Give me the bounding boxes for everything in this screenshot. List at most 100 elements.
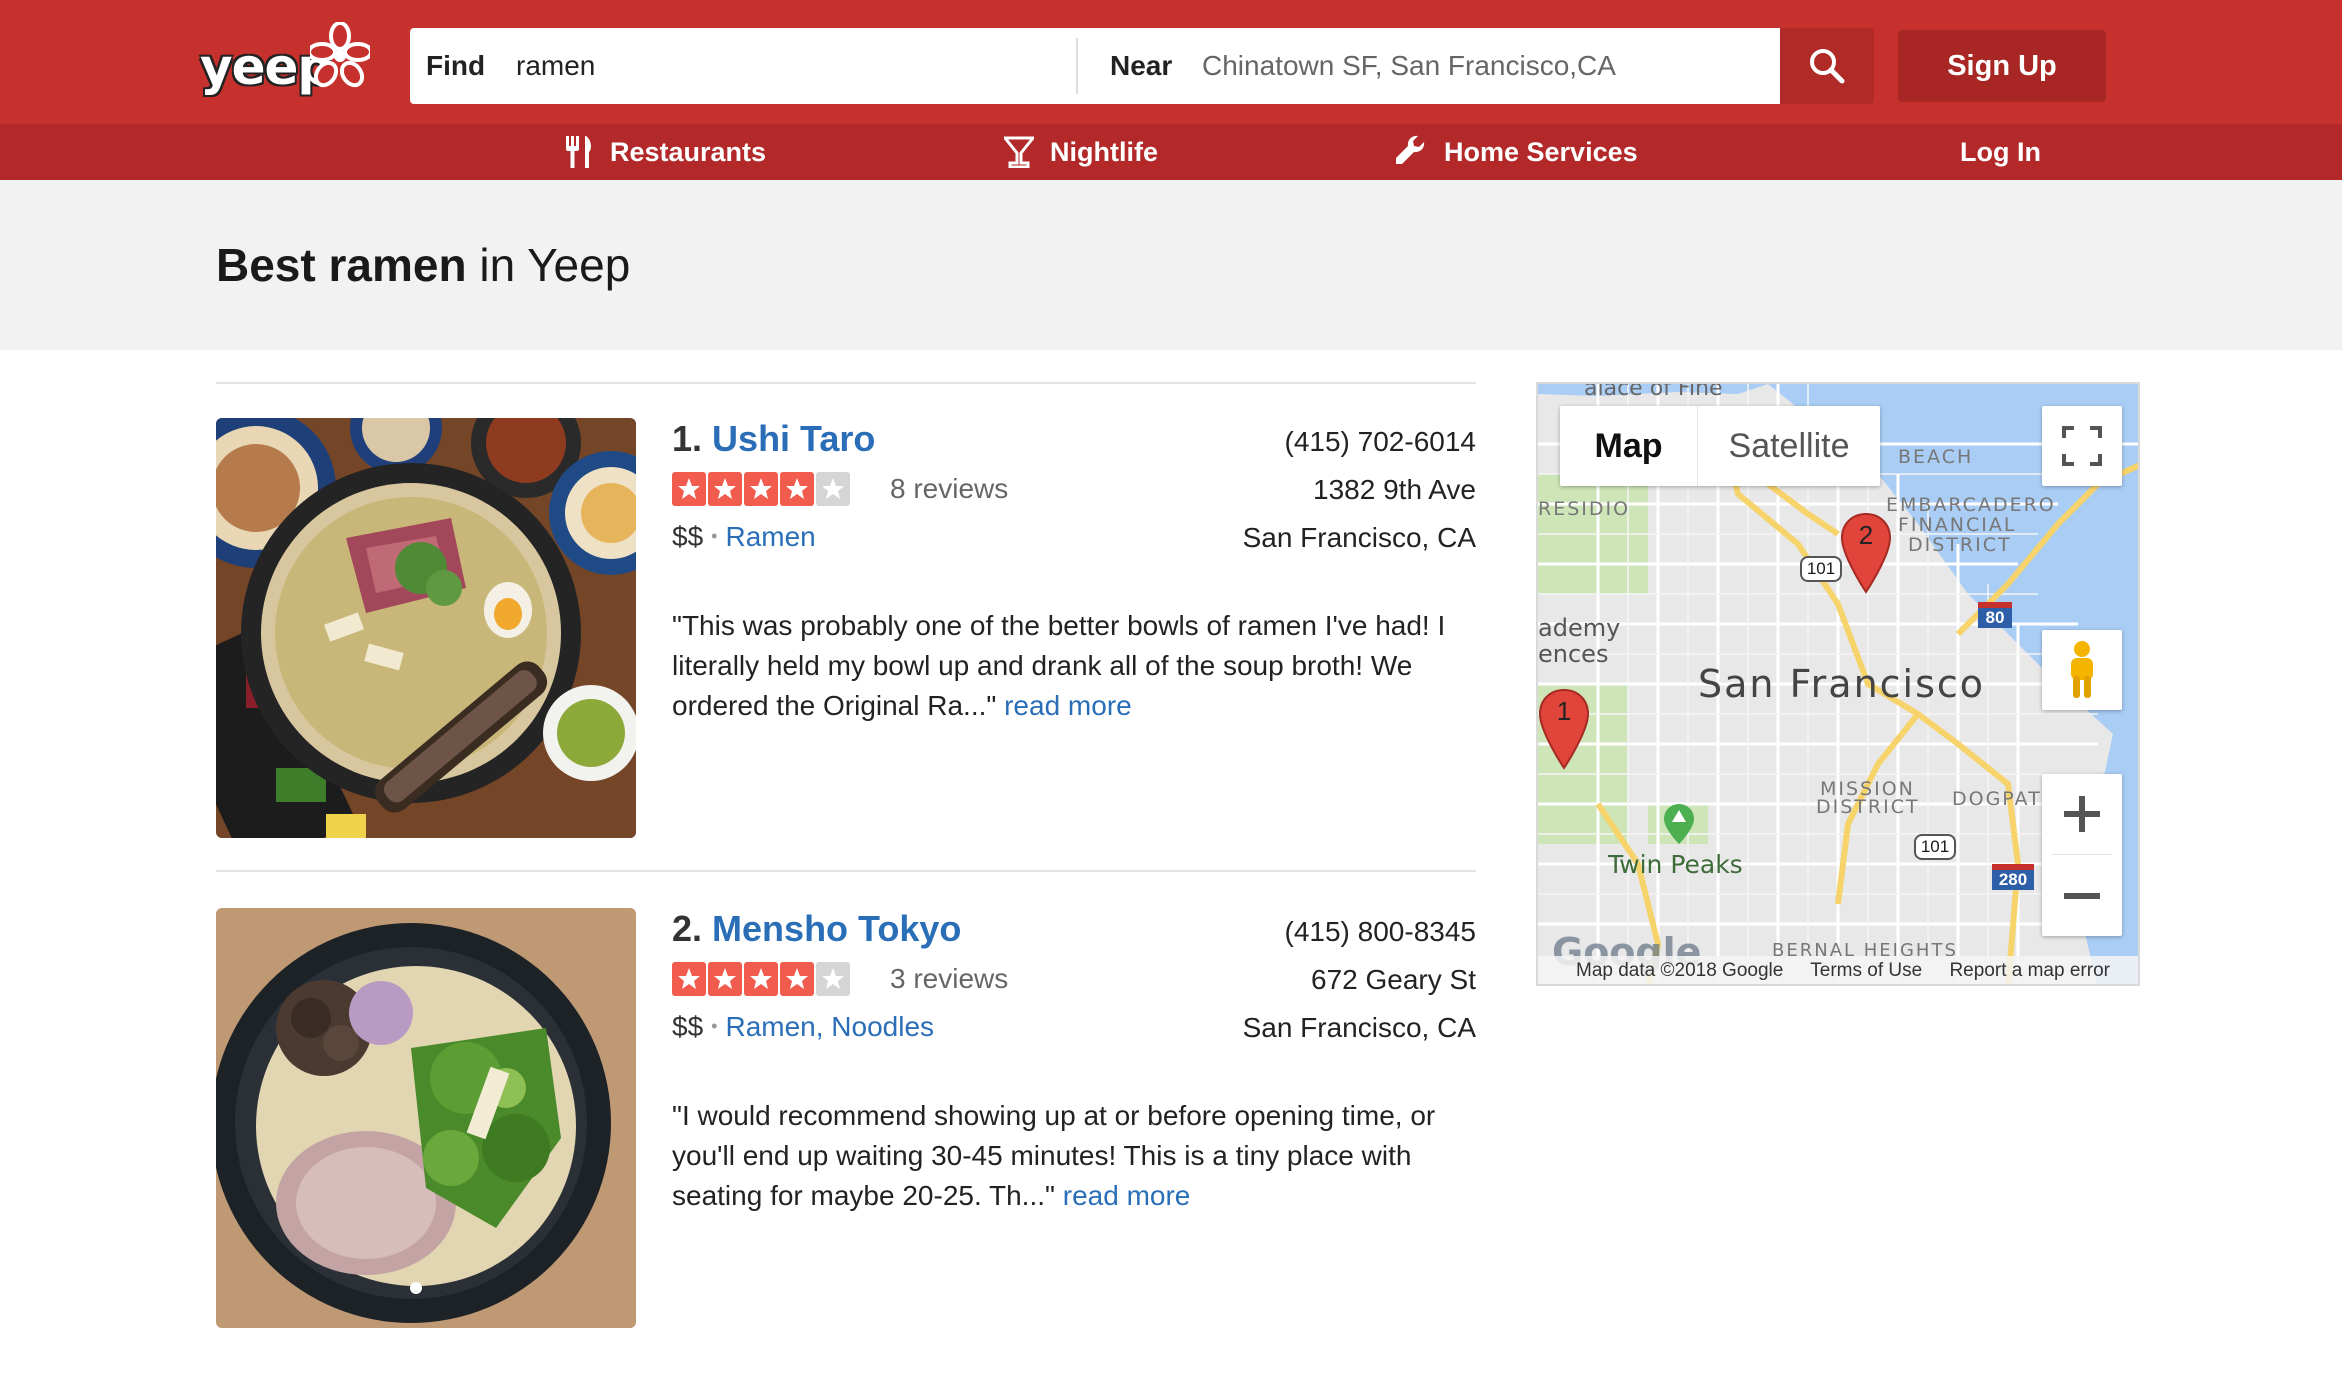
- ramen-photo-image: [216, 908, 636, 1328]
- city-state: San Francisco, CA: [1242, 1012, 1476, 1043]
- business-name-link[interactable]: Ushi Taro: [712, 418, 875, 459]
- park-marker-icon: [1664, 804, 1694, 844]
- satellite-tab[interactable]: Satellite: [1698, 406, 1880, 486]
- fullscreen-icon: [2062, 426, 2102, 466]
- result-card: 1. Ushi Taro 8 reviews $$ • Ramen (415) 70…: [216, 418, 1476, 838]
- login-link[interactable]: Log In: [1960, 124, 2060, 180]
- street-view-button[interactable]: [2042, 630, 2122, 710]
- map-place-label: DISTRICT: [1908, 534, 2012, 556]
- results-map[interactable]: alace of Fine BEACH EMBARCADERO FINANCIA…: [1536, 382, 2140, 986]
- read-more-link[interactable]: read more: [1004, 690, 1132, 721]
- highway-shield-icon: 101: [1914, 834, 1956, 860]
- star-empty-icon: [816, 962, 850, 996]
- search-icon: [1810, 49, 1845, 84]
- phone-number: (415) 800-8345: [1284, 916, 1476, 947]
- category-link[interactable]: Ramen: [725, 521, 815, 552]
- street-address: 672 Geary St: [1311, 964, 1476, 995]
- city-state: San Francisco, CA: [1242, 522, 1476, 553]
- result-rank: 1.: [672, 418, 703, 459]
- zoom-control: [2042, 774, 2122, 936]
- price-category-line: $$ • Ramen, Noodles: [672, 1010, 934, 1047]
- category-nav: Restaurants Nightlife Home Services Log …: [0, 124, 2342, 180]
- review-snippet: "This was probably one of the better bow…: [672, 606, 1462, 726]
- yeep-logo[interactable]: yeep: [200, 20, 370, 112]
- interstate-shield-icon: 80: [1978, 602, 2012, 628]
- minus-icon: [2064, 893, 2100, 899]
- result-title: 1. Ushi Taro: [672, 418, 875, 460]
- map-tab[interactable]: Map: [1560, 406, 1698, 486]
- street-address: 1382 9th Ave: [1313, 474, 1476, 505]
- phone-number: (415) 702-6014: [1284, 426, 1476, 457]
- map-pin-2[interactable]: 2: [1840, 512, 1892, 594]
- pegman-icon: [2071, 641, 2093, 698]
- report-error-link[interactable]: Report a map error: [1949, 960, 2110, 981]
- result-rank: 2.: [672, 908, 703, 949]
- star-icon: [744, 962, 778, 996]
- search-divider: [1076, 38, 1078, 94]
- map-data-text: Map data ©2018 Google: [1576, 960, 1784, 981]
- divider: [216, 382, 1476, 384]
- result-photo[interactable]: [216, 908, 636, 1328]
- nav-nightlife[interactable]: Nightlife: [1004, 124, 1174, 180]
- snippet-text: "I would recommend showing up at or befo…: [672, 1100, 1436, 1211]
- sign-up-button[interactable]: Sign Up: [1898, 30, 2106, 102]
- separator-dot: •: [711, 1016, 718, 1036]
- find-input[interactable]: ramen: [516, 28, 595, 104]
- find-label: Find: [426, 50, 486, 81]
- search-button[interactable]: [1780, 28, 1874, 104]
- result-photo[interactable]: [216, 418, 636, 838]
- near-input[interactable]: Chinatown SF, San Francisco,CA: [1202, 28, 1762, 104]
- zoom-divider: [2052, 854, 2112, 855]
- category-link[interactable]: Ramen: [725, 1011, 815, 1042]
- page-title-bold: Best ramen: [216, 239, 467, 291]
- zoom-out-button[interactable]: [2042, 856, 2122, 936]
- star-icon: [708, 472, 742, 506]
- category-link[interactable]: Noodles: [831, 1011, 934, 1042]
- terms-link[interactable]: Terms of Use: [1810, 960, 1922, 981]
- title-band: Best ramen in Yeep: [0, 180, 2342, 350]
- map-place-label: Twin Peaks: [1608, 850, 1743, 879]
- category-separator: ,: [815, 1011, 832, 1042]
- star-icon: [672, 962, 706, 996]
- nav-restaurants[interactable]: Restaurants: [564, 124, 767, 180]
- highway-shield-icon: 101: [1800, 556, 1842, 582]
- fullscreen-button[interactable]: [2042, 406, 2122, 486]
- business-contact: (415) 800-8345 672 Geary St San Francisc…: [1243, 908, 1476, 1052]
- map-type-control: Map Satellite: [1560, 406, 1880, 486]
- read-more-link[interactable]: read more: [1063, 1180, 1191, 1211]
- nav-nightlife-label: Nightlife: [1050, 137, 1158, 167]
- separator-dot: •: [711, 526, 718, 546]
- search-bar: Find ramen Near Chinatown SF, San Franci…: [410, 28, 1780, 104]
- star-icon: [672, 472, 706, 506]
- map-place-label: EMBARCADERO: [1886, 494, 2056, 516]
- business-name-link[interactable]: Mensho Tokyo: [712, 908, 961, 949]
- map-place-label: FINANCIAL: [1898, 514, 2017, 536]
- cocktail-icon: [1004, 136, 1034, 168]
- logo-burst-icon: [310, 22, 370, 88]
- map-attribution: Map data ©2018 Google Terms of Use Repor…: [1576, 960, 2132, 982]
- map-place-label: DISTRICT: [1816, 796, 1920, 818]
- review-snippet: "I would recommend showing up at or befo…: [672, 1096, 1462, 1216]
- business-contact: (415) 702-6014 1382 9th Ave San Francisc…: [1243, 418, 1476, 562]
- price-range: $$: [672, 1011, 704, 1042]
- map-place-label: BEACH: [1898, 446, 1974, 468]
- interstate-shield-icon: 280: [1992, 864, 2034, 890]
- map-pin-label: 2: [1858, 520, 1874, 550]
- star-empty-icon: [816, 472, 850, 506]
- map-pin-label: 1: [1556, 696, 1572, 726]
- price-range: $$: [672, 521, 704, 552]
- wrench-icon: [1396, 135, 1425, 164]
- ramen-photo-image: [216, 418, 636, 838]
- map-pin-1[interactable]: 1: [1538, 688, 1590, 770]
- review-count[interactable]: 3 reviews: [890, 962, 1008, 996]
- zoom-in-button[interactable]: [2042, 774, 2122, 854]
- page-title: Best ramen in Yeep: [216, 238, 630, 292]
- near-label: Near: [1110, 50, 1173, 81]
- star-icon: [708, 962, 742, 996]
- nav-home-services[interactable]: Home Services: [1394, 124, 1638, 180]
- star-icon: [744, 472, 778, 506]
- map-place-label: RESIDIO: [1538, 498, 1631, 520]
- review-count[interactable]: 8 reviews: [890, 472, 1008, 506]
- star-icon: [780, 472, 814, 506]
- nav-restaurants-label: Restaurants: [610, 137, 767, 167]
